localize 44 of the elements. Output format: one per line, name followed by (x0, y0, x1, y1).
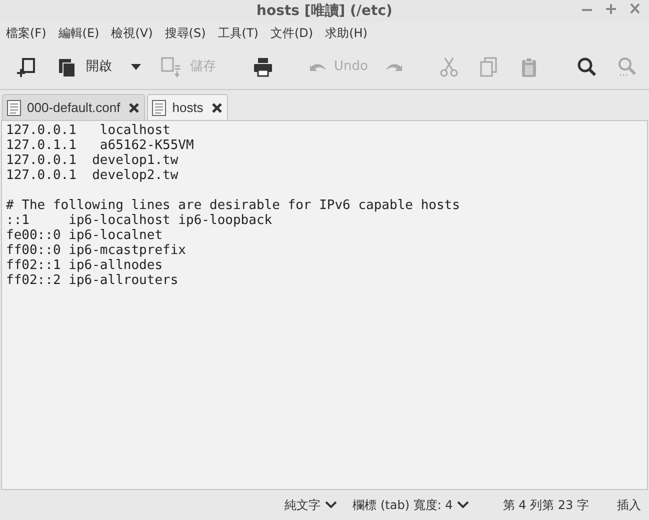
search-icon (616, 56, 638, 78)
close-icon[interactable] (211, 102, 224, 114)
menu-item[interactable]: 文件(D) (264, 24, 320, 42)
copy-icon (478, 56, 500, 78)
undo-icon (310, 62, 326, 70)
new-document-icon (16, 56, 38, 78)
code-line: fe00::0 ip6-localnet (6, 228, 163, 243)
menu-item[interactable]: 檢視(V) (105, 24, 159, 42)
insert-mode: 插入 (617, 497, 641, 514)
chevron-down-icon (324, 501, 337, 509)
code-line: 127.0.0.1 localhost (6, 123, 170, 138)
chevron-down-icon (456, 501, 469, 509)
tab-width-dropdown[interactable]: 欄標 (tab) 寬度: 4 (346, 496, 475, 514)
menu-item[interactable]: 編輯(E) (52, 24, 106, 42)
tab-label: 000-default.conf (27, 98, 120, 117)
code-line: ff02::2 ip6-allrouters (6, 273, 178, 288)
redo-icon (386, 62, 402, 70)
menu-item[interactable]: 工具(T) (212, 24, 264, 42)
code-line: ::1 ip6-localhost ip6-loopback (6, 213, 272, 228)
open-button[interactable]: 開啟 (48, 48, 120, 84)
tab-label: hosts (172, 98, 204, 117)
menu-item[interactable]: 搜尋(S) (158, 24, 212, 42)
document-icon (152, 100, 166, 116)
syntax-dropdown[interactable]: 純文字 (278, 496, 343, 514)
code-line: ff02::1 ip6-allnodes (6, 258, 163, 273)
printer-icon (252, 56, 274, 78)
search-icon (576, 56, 598, 78)
document-icon (7, 100, 21, 116)
window-title: hosts [唯讀] (/etc) (256, 2, 392, 20)
code-line: 127.0.1.1 a65162-K55VM (6, 138, 194, 153)
code-line: # The following lines are desirable for IPv6 capable hosts (6, 198, 460, 213)
cursor-position: 第 4 列第 23 字 (502, 497, 589, 514)
menu-item[interactable]: 檔案(F) (0, 24, 52, 42)
text-editor[interactable] (1, 120, 648, 490)
scissors-icon (438, 56, 460, 78)
document-tab[interactable]: hosts (147, 94, 228, 120)
document-tab[interactable]: 000-default.conf (2, 94, 146, 120)
code-line: 127.0.0.1 develop1.tw (6, 153, 178, 168)
code-line: 127.0.0.1 develop2.tw (6, 168, 178, 183)
close-icon[interactable] (128, 102, 140, 114)
caret-icon (130, 62, 142, 70)
menu-item[interactable]: 求助(H) (319, 24, 374, 42)
code-line: ff00::0 ip6-mcastprefix (6, 243, 186, 258)
save-document-icon (160, 56, 182, 78)
